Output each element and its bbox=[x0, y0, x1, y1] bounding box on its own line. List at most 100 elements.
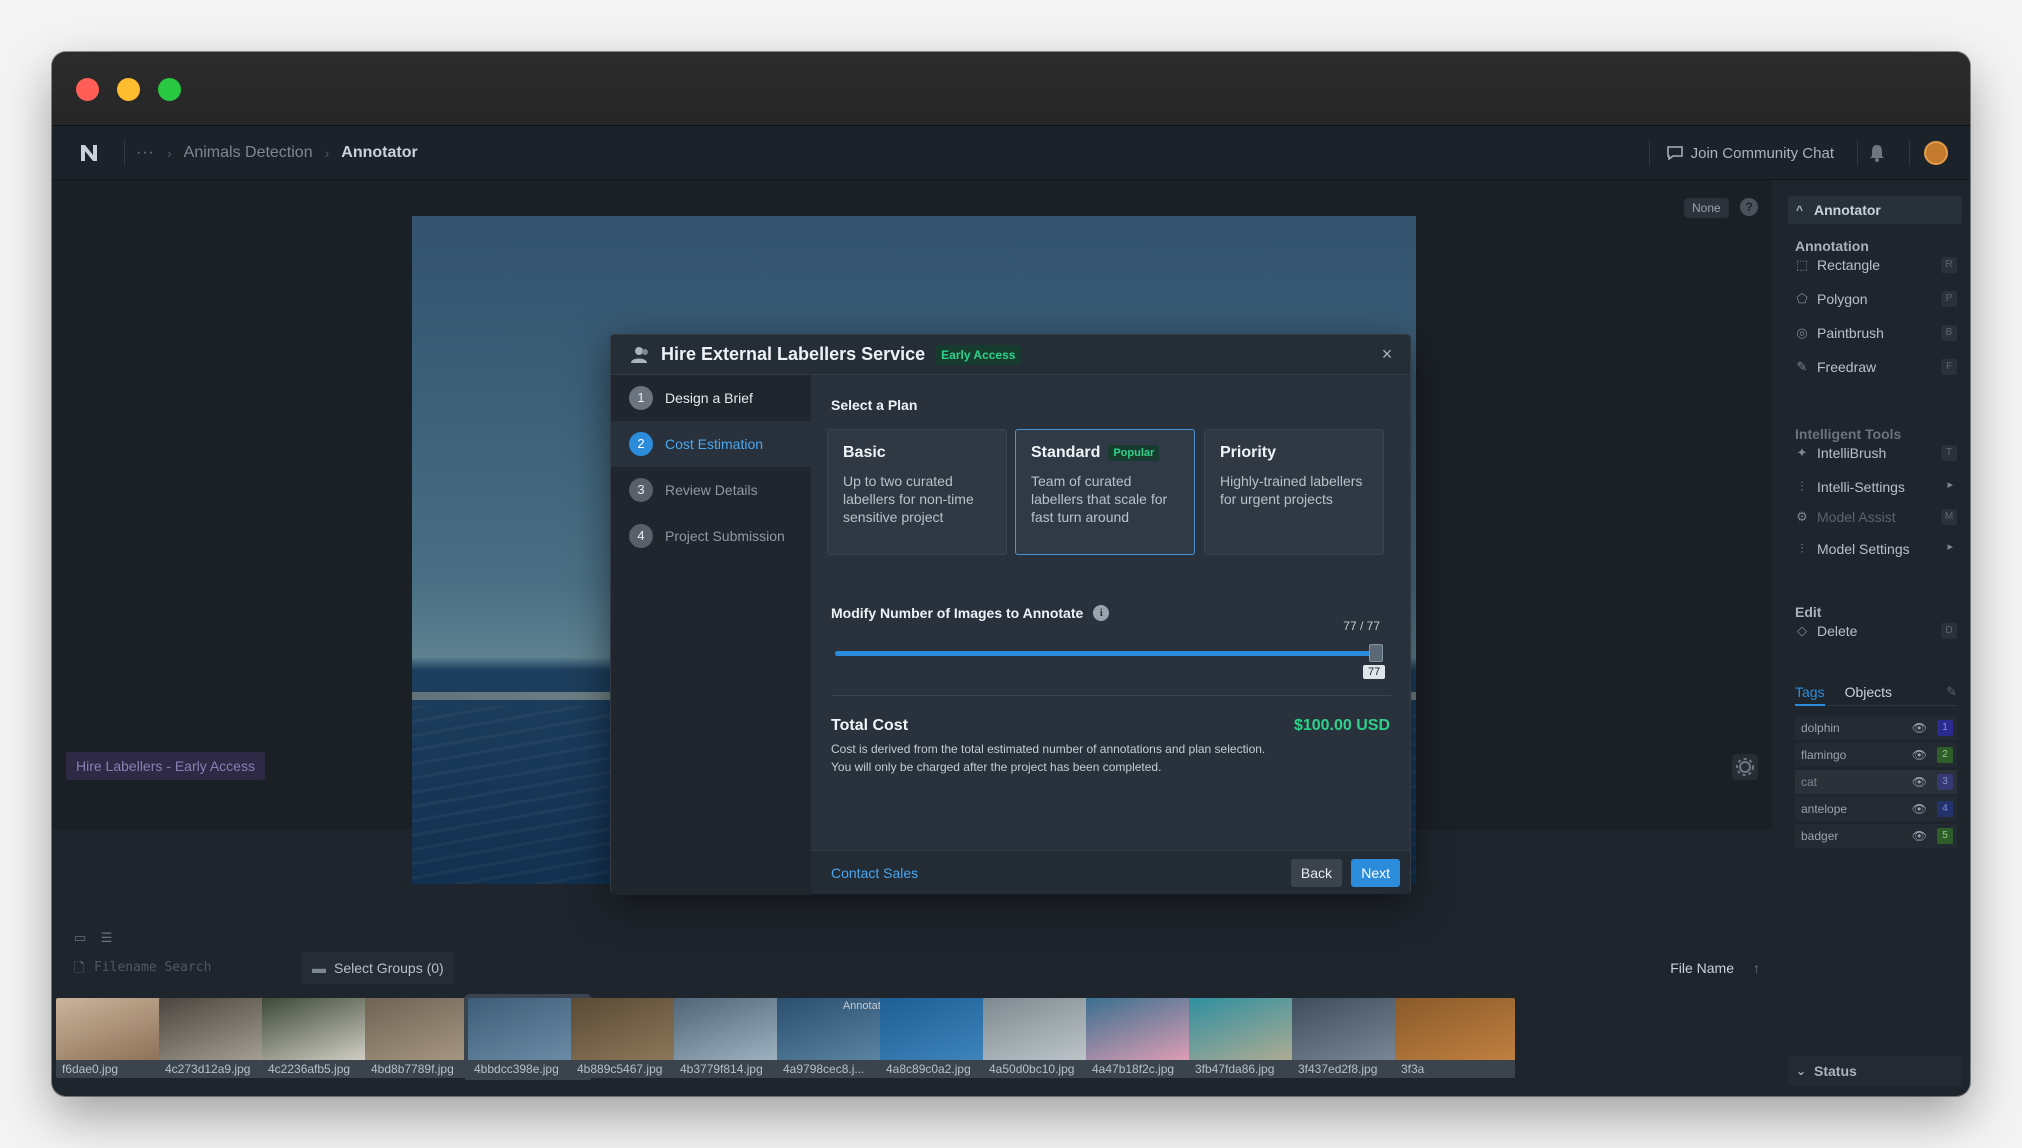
close-window-button[interactable] bbox=[76, 78, 99, 101]
tool-label: Delete bbox=[1817, 623, 1858, 639]
tag-row[interactable]: flamingo 👁 2 bbox=[1795, 743, 1957, 767]
tool-freedraw[interactable]: ✎ Freedraw F bbox=[1795, 354, 1957, 380]
thumbnail[interactable]: 4bd8b7789f.jpg bbox=[365, 998, 485, 1078]
step-list: 1 Design a Brief 2 Cost Estimation 3 Rev… bbox=[611, 375, 811, 895]
list-view-icon[interactable]: ☰ bbox=[101, 930, 113, 945]
thumbnail-image bbox=[1292, 998, 1412, 1060]
app-header: ··· › Animals Detection › Annotator Join… bbox=[52, 126, 1970, 180]
plan-priority[interactable]: Priority Highly-trained labellers for ur… bbox=[1204, 429, 1384, 555]
step-number: 4 bbox=[629, 524, 653, 548]
tag-row[interactable]: badger 👁 5 bbox=[1795, 824, 1957, 848]
thumbnail-image bbox=[365, 998, 485, 1060]
back-button[interactable]: Back bbox=[1290, 859, 1342, 887]
select-plan-heading: Select a Plan bbox=[831, 397, 918, 413]
plan-basic[interactable]: Basic Up to two curated labellers for no… bbox=[827, 429, 1007, 555]
header-divider bbox=[1857, 140, 1858, 166]
tool-rectangle[interactable]: ⬚ Rectangle R bbox=[1795, 252, 1957, 278]
tool-model-settings[interactable]: ⫶ Model Settings ▸ bbox=[1795, 536, 1957, 562]
divider bbox=[831, 695, 1391, 696]
slider-handle[interactable] bbox=[1369, 644, 1383, 662]
shortcut-key: T bbox=[1941, 445, 1957, 461]
shortcut-key: M bbox=[1941, 509, 1957, 525]
tab-objects[interactable]: Objects bbox=[1845, 684, 1892, 705]
thumbnail[interactable]: 3f437ed2f8.jpg bbox=[1292, 998, 1412, 1078]
tag-label: antelope bbox=[1801, 802, 1848, 816]
app-logo-icon[interactable] bbox=[78, 142, 100, 164]
tab-tags[interactable]: Tags bbox=[1795, 684, 1825, 706]
app-window: ··· › Animals Detection › Annotator Join… bbox=[52, 52, 1970, 1096]
help-icon[interactable]: ? bbox=[1740, 198, 1758, 216]
info-icon[interactable]: i bbox=[1093, 605, 1110, 621]
step-design-brief[interactable]: 1 Design a Brief bbox=[611, 375, 811, 421]
join-community-chat-button[interactable]: Join Community Chat bbox=[1666, 126, 1834, 180]
thumbnail[interactable]: 4bbdcc398e.jpg bbox=[464, 994, 592, 1080]
plan-standard[interactable]: Standard Popular Team of curated labelle… bbox=[1015, 429, 1195, 555]
sort-by-file-name[interactable]: File Name bbox=[1670, 952, 1734, 984]
thumbnail[interactable]: 3f3a bbox=[1395, 998, 1515, 1078]
edit-pencil-icon[interactable]: ✎ bbox=[1946, 684, 1957, 700]
thumbnail[interactable]: 4a9798cec8.j...Annotated✓ bbox=[777, 998, 897, 1078]
tool-model-assist[interactable]: ⚙ Model Assist M bbox=[1795, 504, 1957, 530]
eye-icon[interactable]: 👁 bbox=[1912, 829, 1927, 843]
thumbnail-image bbox=[56, 998, 176, 1060]
close-icon[interactable]: × bbox=[1378, 345, 1396, 363]
tool-paintbrush[interactable]: ◎ Paintbrush B bbox=[1795, 320, 1957, 346]
eye-icon[interactable]: 👁 bbox=[1912, 775, 1927, 789]
thumbnail-filename: 3f437ed2f8.jpg bbox=[1292, 1060, 1412, 1078]
thumbnail[interactable]: 4b889c5467.jpg bbox=[571, 998, 691, 1078]
breadcrumb-overflow[interactable]: ··· bbox=[136, 144, 155, 162]
step-project-submission[interactable]: 4 Project Submission bbox=[611, 513, 811, 559]
tag-row[interactable]: cat 👁 3 bbox=[1795, 770, 1957, 794]
image-view-icon[interactable]: ▭ bbox=[74, 930, 86, 945]
header-divider bbox=[1649, 140, 1650, 166]
annotator-panel-header[interactable]: ^ Annotator bbox=[1788, 196, 1962, 224]
shortcut-key: B bbox=[1941, 325, 1957, 341]
tool-label: Model Settings bbox=[1817, 541, 1910, 557]
eye-icon[interactable]: 👁 bbox=[1912, 802, 1927, 816]
tool-polygon[interactable]: ⬠ Polygon P bbox=[1795, 286, 1957, 312]
tag-label: flamingo bbox=[1801, 748, 1847, 762]
maximize-window-button[interactable] bbox=[158, 78, 181, 101]
thumbnail-image bbox=[159, 998, 279, 1060]
eye-icon[interactable]: 👁 bbox=[1912, 748, 1927, 762]
popular-badge: Popular bbox=[1108, 445, 1160, 461]
tool-delete[interactable]: ◇ Delete D bbox=[1795, 618, 1957, 644]
step-cost-estimation[interactable]: 2 Cost Estimation bbox=[611, 421, 811, 467]
tool-intelli-settings[interactable]: ⫶ Intelli-Settings ▸ bbox=[1795, 474, 1957, 500]
minimize-window-button[interactable] bbox=[117, 78, 140, 101]
tag-row[interactable]: antelope 👁 4 bbox=[1795, 797, 1957, 821]
breadcrumb-project[interactable]: Animals Detection bbox=[184, 144, 313, 162]
canvas-settings-button[interactable] bbox=[1732, 754, 1758, 780]
select-groups-button[interactable]: ▬ Select Groups (0) bbox=[302, 952, 454, 984]
thumbnail-image bbox=[880, 998, 1000, 1060]
total-cost-value: $100.00 USD bbox=[1293, 717, 1390, 734]
thumbnail[interactable]: 4a50d0bc10.jpg bbox=[983, 998, 1103, 1078]
thumbnail[interactable]: 4c2236afb5.jpg bbox=[262, 998, 382, 1078]
modal-footer: Contact Sales Back Next bbox=[811, 850, 1410, 894]
filename-search-input[interactable]: 🗋 Filename Search bbox=[64, 952, 289, 984]
images-slider[interactable]: 77 bbox=[835, 644, 1386, 679]
contact-sales-link[interactable]: Contact Sales bbox=[831, 865, 918, 881]
thumbnail[interactable]: 4a8c89c0a2.jpg bbox=[880, 998, 1000, 1078]
step-review-details[interactable]: 3 Review Details bbox=[611, 467, 811, 513]
thumbnail-filename: 4bbdcc398e.jpg bbox=[468, 1060, 588, 1078]
arrow-up-icon[interactable]: ↑ bbox=[1753, 952, 1760, 984]
zoom-chip[interactable]: None bbox=[1684, 198, 1729, 218]
thumbnail[interactable]: 4a47b18f2c.jpg bbox=[1086, 998, 1206, 1078]
bell-icon[interactable] bbox=[1868, 143, 1886, 163]
step-label: Design a Brief bbox=[665, 390, 753, 406]
tool-intellibrush[interactable]: ✦ IntelliBrush T bbox=[1795, 440, 1957, 466]
eye-icon[interactable]: 👁 bbox=[1912, 721, 1927, 735]
avatar[interactable] bbox=[1924, 141, 1948, 165]
next-button[interactable]: Next bbox=[1351, 859, 1400, 887]
thumbnail[interactable]: 4c273d12a9.jpg bbox=[159, 998, 279, 1078]
tag-row[interactable]: dolphin 👁 1 bbox=[1795, 716, 1957, 740]
right-sidebar: ^ Annotator Annotation ⬚ Rectangle R ⬠ P… bbox=[1783, 190, 1966, 1090]
status-panel-header[interactable]: ⌄ Status bbox=[1788, 1056, 1962, 1086]
thumbnail[interactable]: f6dae0.jpg bbox=[56, 998, 176, 1078]
tag-number: 5 bbox=[1937, 828, 1953, 844]
thumbnail[interactable]: 4b3779f814.jpg bbox=[674, 998, 794, 1078]
hire-labellers-chip[interactable]: Hire Labellers - Early Access bbox=[66, 752, 265, 780]
thumbnail[interactable]: 3fb47fda86.jpg bbox=[1189, 998, 1309, 1078]
total-cost-label: Total Cost bbox=[831, 717, 909, 734]
